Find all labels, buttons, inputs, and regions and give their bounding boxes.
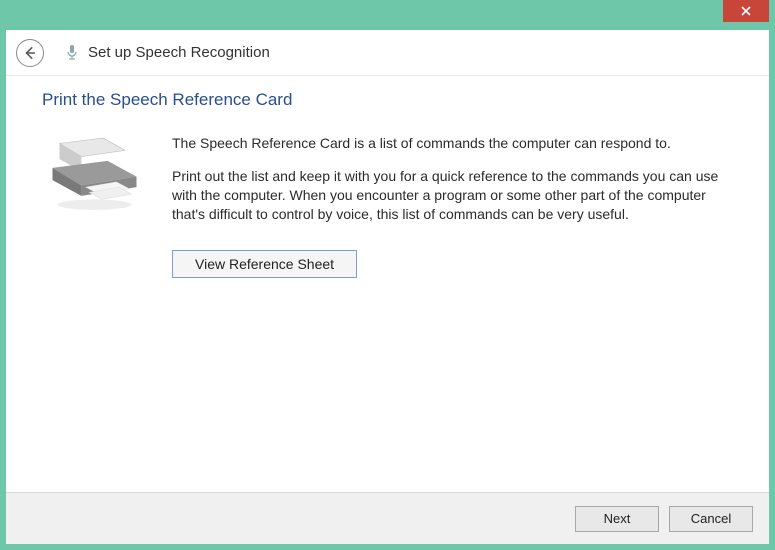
text-column: The Speech Reference Card is a list of c… — [162, 134, 733, 278]
back-button[interactable] — [16, 39, 44, 67]
wizard-window: Set up Speech Recognition Print the Spee… — [6, 30, 769, 544]
window-frame: Set up Speech Recognition Print the Spee… — [0, 0, 775, 550]
view-reference-button[interactable]: View Reference Sheet — [172, 250, 357, 278]
body-row: The Speech Reference Card is a list of c… — [42, 134, 733, 278]
close-button[interactable] — [723, 0, 769, 22]
arrow-left-icon — [23, 46, 37, 60]
next-button[interactable]: Next — [575, 506, 659, 532]
page-heading: Print the Speech Reference Card — [42, 90, 733, 110]
printer-icon — [42, 134, 147, 214]
footer-bar: Next Cancel — [6, 492, 769, 544]
printer-illustration — [42, 134, 162, 219]
cancel-button[interactable]: Cancel — [669, 506, 753, 532]
window-title: Set up Speech Recognition — [88, 44, 270, 61]
close-icon — [741, 6, 751, 16]
header-bar: Set up Speech Recognition — [6, 30, 769, 76]
intro-text: The Speech Reference Card is a list of c… — [172, 134, 733, 153]
details-text: Print out the list and keep it with you … — [172, 167, 733, 224]
content-area: Print the Speech Reference Card — [6, 76, 769, 492]
microphone-icon — [66, 44, 78, 62]
